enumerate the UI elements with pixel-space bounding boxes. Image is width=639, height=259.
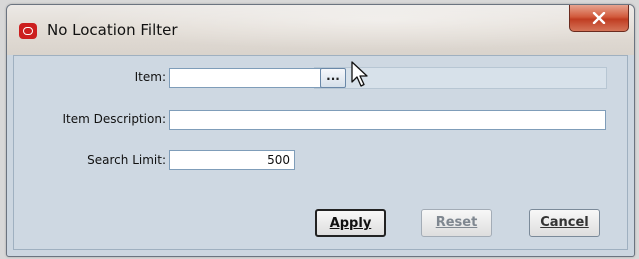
mouse-cursor-icon <box>351 61 368 87</box>
close-icon <box>592 12 606 24</box>
browse-label: ... <box>326 69 340 83</box>
item-browse-button[interactable]: ... <box>320 68 346 88</box>
item-input[interactable] <box>169 68 326 88</box>
dialog-content: Item: ... Item Description: Search Limit… <box>13 55 628 250</box>
title-bar[interactable]: No Location Filter <box>7 5 634 55</box>
apply-button[interactable]: Apply <box>315 209 386 237</box>
search-limit-input[interactable] <box>169 150 295 170</box>
item-description-label: Item Description: <box>62 112 166 126</box>
cancel-button[interactable]: Cancel <box>529 209 600 237</box>
item-description-input[interactable] <box>169 110 606 130</box>
reset-button[interactable]: Reset <box>421 209 492 237</box>
item-label: Item: <box>134 70 166 84</box>
dialog-window: No Location Filter Item: ... Item Descri… <box>6 4 635 257</box>
oracle-logo-icon <box>19 23 37 39</box>
dialog-title: No Location Filter <box>47 21 178 39</box>
close-button[interactable] <box>569 5 629 32</box>
search-limit-label: Search Limit: <box>87 153 166 167</box>
